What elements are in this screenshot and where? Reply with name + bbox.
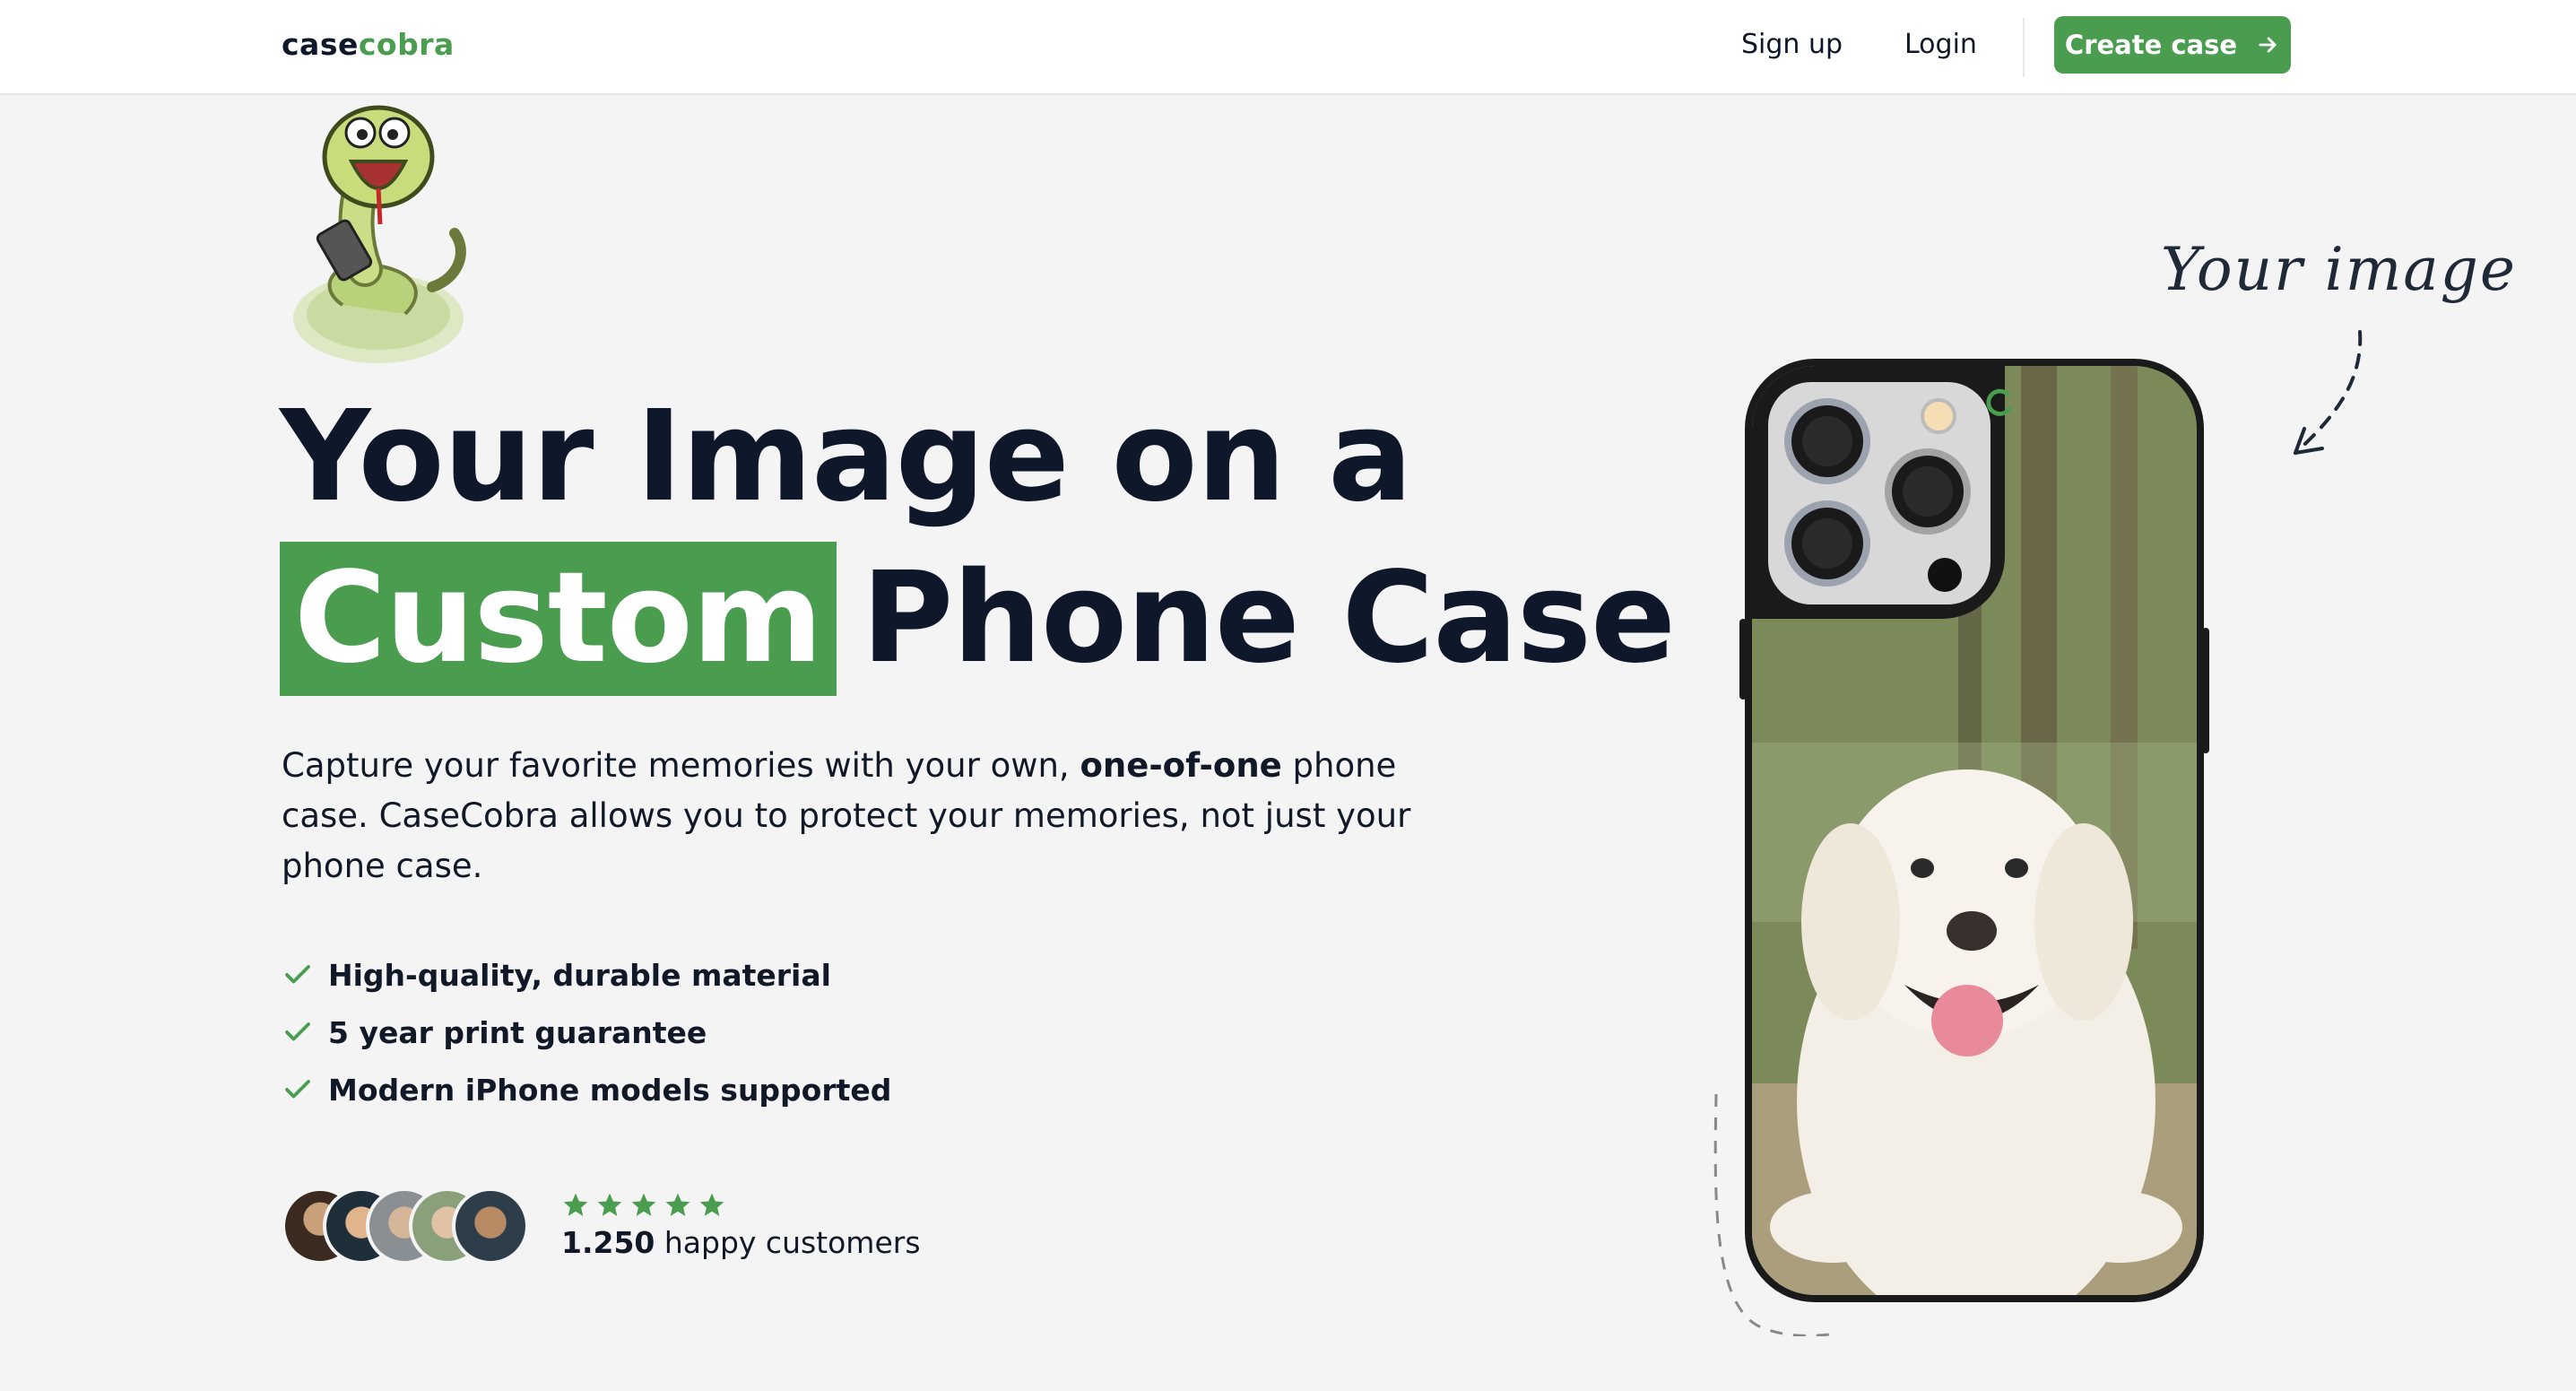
customers-label: happy customers [655,1225,921,1260]
phone-side-button [1739,619,1747,700]
hero-description: Capture your favorite memories with your… [282,741,1474,891]
headline-line-2: Custom Phone Case [280,538,1676,700]
create-case-label: Create case [2064,30,2238,60]
star-icon [699,1193,724,1216]
feature-item: 5 year print guarantee [282,1004,891,1061]
star-icon [631,1193,656,1216]
phone-side-button [2202,628,2209,753]
feature-item: Modern iPhone models supported [282,1061,891,1118]
hero-headline: Your Image on a Custom Phone Case [280,377,1676,700]
feature-list: High-quality, durable material 5 year pr… [282,946,891,1118]
arrow-right-icon [2259,37,2277,53]
camera-module [1752,366,2005,619]
check-icon [285,965,310,984]
camera-sensor [1928,558,1962,592]
logo-part-case: case [282,27,359,62]
rating-stars [561,1191,726,1220]
phone-case-preview [1739,359,2209,1302]
camera-lens [1784,500,1870,587]
login-link[interactable]: Login [1904,29,1977,60]
feature-item: High-quality, durable material [282,946,891,1004]
signup-link[interactable]: Sign up [1741,29,1843,60]
customers-number: 1.250 [561,1225,655,1260]
dashed-arrow-icon [2294,330,2363,455]
headline-rest: Phone Case [861,545,1676,691]
feature-text: Modern iPhone models supported [328,1072,892,1108]
avatar [452,1187,529,1265]
check-icon [285,1022,310,1041]
create-case-button[interactable]: Create case [2054,16,2291,74]
camera-panel [1768,382,1991,604]
snake-mascot-image [293,105,466,363]
star-icon [665,1193,690,1216]
logo-part-cobra: cobra [358,27,455,62]
desc-part-1: Capture your favorite memories with your… [282,746,1080,785]
headline-line-1: Your Image on a [280,384,1413,530]
feature-text: High-quality, durable material [328,957,831,993]
customer-avatars [282,1187,533,1265]
flash [1921,398,1956,434]
logo[interactable]: casecobra [282,27,455,62]
desc-bold: one-of-one [1080,746,1282,785]
navbar: casecobra Sign up Login Create case [0,0,2576,95]
camera-lens [1784,398,1870,484]
customers-count: 1.250 happy customers [561,1225,921,1260]
brand-mark-icon [1986,388,2013,416]
camera-lens [1885,448,1971,535]
headline-highlight: Custom [280,542,837,696]
dog-photo-image [1752,366,2197,1295]
feature-text: 5 year print guarantee [328,1014,707,1050]
check-icon [285,1080,310,1099]
star-icon [597,1193,622,1216]
star-icon [563,1193,588,1216]
nav-divider [2023,18,2025,77]
your-image-note: Your image [2161,235,2517,304]
